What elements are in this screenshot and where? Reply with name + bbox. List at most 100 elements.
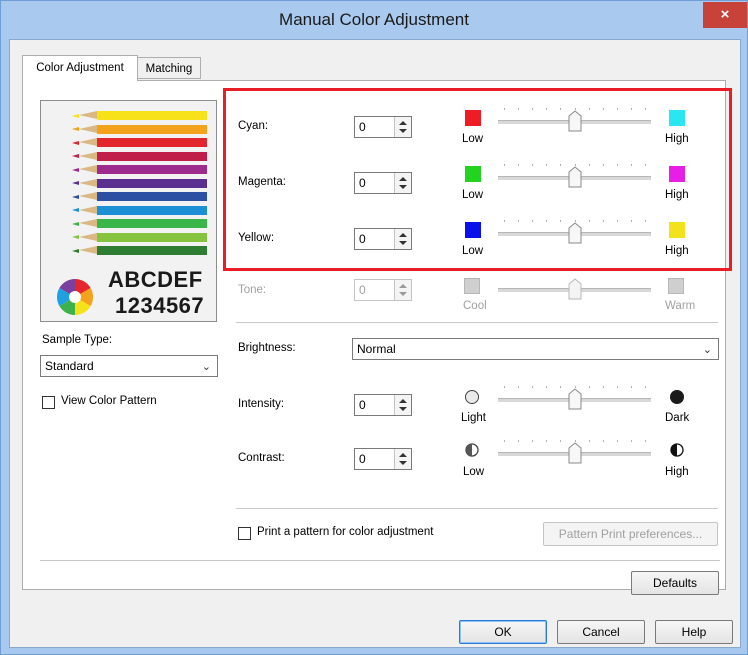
slider-tick [645,220,646,222]
pencil-body [97,178,207,188]
slider-tick [616,220,618,222]
pencil-lead [72,154,79,158]
slider-tick [630,108,632,110]
slider-tick [616,164,618,166]
pencil-lead [72,221,79,226]
tone-cool-swatch [464,278,480,294]
slider-tick [645,164,646,166]
help-button[interactable]: Help [655,620,733,644]
yellow-low-swatch [465,222,481,238]
yellow-spinbox[interactable]: 0 [354,228,412,250]
yellow-slider-thumb[interactable] [568,222,582,244]
sample-preview-image: ABCDEF 1234567 [40,100,217,322]
view-color-pattern-checkbox[interactable] [42,396,55,409]
close-button[interactable]: × [703,2,747,28]
magenta-low-label: Low [462,189,484,201]
separator-2 [236,508,718,510]
pencil-lead [72,181,79,185]
cyan-low-label: Low [462,133,484,145]
slider-tick [560,220,562,222]
contrast-slider-thumb[interactable] [568,442,582,464]
pencil-body [97,192,207,201]
yellow-low-label: Low [462,245,484,257]
pencil-tip [79,111,97,119]
pencil-tip [79,124,97,133]
dark-circle-icon [670,390,684,404]
tone-warm-swatch [668,278,684,294]
sample-text-letters: ABCDEF [108,267,203,292]
spin-arrows[interactable] [394,117,411,137]
slider-tick [588,386,590,388]
magenta-high-swatch [669,166,685,182]
cancel-button[interactable]: Cancel [557,620,645,644]
slider-tick [546,220,548,222]
contrast-value: 0 [359,452,366,466]
slider-tick [630,440,632,442]
pencil-lead [72,167,79,172]
view-color-pattern-label: View Color Pattern [61,395,157,407]
pencil-tip [79,232,97,241]
spin-arrows[interactable] [394,229,411,249]
intensity-slider-thumb[interactable] [568,388,582,410]
print-pattern-checkbox[interactable] [238,527,251,540]
tab-matching[interactable]: Matching [137,57,201,79]
slider-tick [504,220,505,222]
brightness-label: Brightness: [238,342,296,354]
slider-tick [602,220,604,222]
intensity-low-label: Light [461,412,486,424]
slider-tick [645,386,646,388]
pencil-body [97,165,207,174]
light-circle-icon [465,390,479,404]
ok-button[interactable]: OK [459,620,547,644]
title-bar[interactable]: Manual Color Adjustment [1,1,747,39]
tone-slider-thumb[interactable] [568,278,582,300]
slider-tick [546,386,548,388]
slider-tick [518,108,520,110]
sample-type-value: Standard [45,359,94,373]
slider-tick [560,386,562,388]
slider-tick [616,386,618,388]
pencil-tip [79,246,97,254]
slider-tick [546,164,548,166]
brightness-dropdown[interactable]: Normal ⌄ [352,338,719,360]
slider-tick [588,108,590,110]
magenta-spinbox[interactable]: 0 [354,172,412,194]
slider-tick [616,440,618,442]
pencil-lead [72,208,79,212]
sample-type-dropdown[interactable]: Standard ⌄ [40,355,218,377]
tone-spinbox[interactable]: 0 [354,279,412,301]
slider-tick [560,440,562,442]
spin-arrows[interactable] [394,173,411,193]
yellow-high-swatch [669,222,685,238]
color-wheel-icon [56,279,94,315]
slider-tick [532,386,534,388]
contrast-high-label: High [665,466,689,478]
pencil-lead [72,248,79,253]
slider-tick [532,108,534,110]
pencil-lead [72,140,79,145]
magenta-low-swatch [465,166,481,182]
magenta-slider-thumb[interactable] [568,166,582,188]
tab-color-adjustment[interactable]: Color Adjustment [22,55,138,81]
pencil-body [97,124,207,134]
brightness-value: Normal [357,342,396,356]
yellow-value: 0 [359,232,366,246]
cyan-spinbox[interactable]: 0 [354,116,412,138]
slider-tick [560,108,562,110]
slider-tick [645,108,646,110]
pencil-body [97,219,207,228]
defaults-button[interactable]: Defaults [631,571,719,595]
cyan-high-swatch [669,110,685,126]
slider-tick [560,164,562,166]
slider-tick [546,108,548,110]
pattern-print-preferences-button[interactable]: Pattern Print preferences... [543,522,718,546]
cyan-slider-thumb[interactable] [568,110,582,132]
slider-tick [645,440,646,442]
pencil-body [97,232,207,242]
pencil-tip [79,192,97,200]
slider-tick [532,440,534,442]
intensity-spinbox[interactable]: 0 [354,394,412,416]
contrast-spinbox[interactable]: 0 [354,448,412,470]
slider-tick [602,440,604,442]
slider-tick [630,386,632,388]
